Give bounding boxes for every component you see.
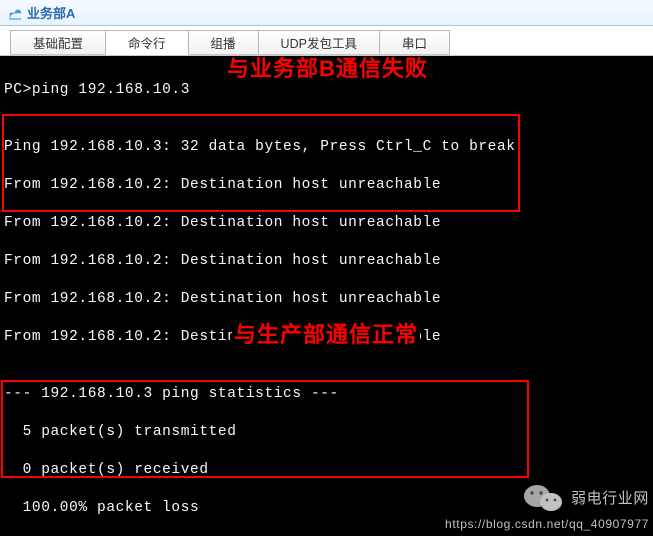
tab-cli[interactable]: 命令行 bbox=[105, 30, 189, 55]
terminal-line: 100.00% packet loss bbox=[4, 499, 649, 518]
tab-serial[interactable]: 串口 bbox=[379, 30, 450, 55]
terminal-line: --- 192.168.10.3 ping statistics --- bbox=[4, 385, 649, 404]
terminal-output[interactable]: PC>ping 192.168.10.3 Ping 192.168.10.3: … bbox=[0, 56, 653, 536]
terminal-line: From 192.168.10.2: Destination host unre… bbox=[4, 214, 649, 233]
terminal-line: 0 packet(s) received bbox=[4, 461, 649, 480]
terminal-line: PC>ping 192.168.10.3 bbox=[4, 81, 649, 100]
annotation-ok: 与生产部通信正常 bbox=[232, 325, 420, 344]
window-title: 业务部A bbox=[27, 3, 75, 22]
highlight-box-fail bbox=[2, 114, 520, 212]
tab-label: 组播 bbox=[211, 33, 236, 52]
watermark-url: https://blog.csdn.net/qq_40907977 bbox=[445, 515, 649, 534]
annotation-fail: 与业务部B通信失败 bbox=[225, 59, 430, 78]
tab-label: 命令行 bbox=[128, 33, 166, 52]
terminal-line: 5 packet(s) transmitted bbox=[4, 423, 649, 442]
tab-label: 串口 bbox=[402, 33, 427, 52]
terminal-line: From 192.168.10.2: Destination host unre… bbox=[4, 290, 649, 309]
tab-udp-tool[interactable]: UDP发包工具 bbox=[258, 30, 380, 55]
title-bar: 业务部A bbox=[0, 0, 653, 26]
tab-label: 基础配置 bbox=[33, 33, 83, 52]
terminal-line: Ping 192.168.10.3: 32 data bytes, Press … bbox=[4, 138, 649, 157]
tab-strip: 基础配置 命令行 组播 UDP发包工具 串口 bbox=[0, 26, 653, 56]
tab-basic-config[interactable]: 基础配置 bbox=[10, 30, 106, 55]
terminal-line: From 192.168.10.2: Destination host unre… bbox=[4, 176, 649, 195]
terminal-line: From 192.168.10.2: Destination host unre… bbox=[4, 252, 649, 271]
tab-label: UDP发包工具 bbox=[281, 33, 357, 52]
tab-multicast[interactable]: 组播 bbox=[188, 30, 259, 55]
app-icon bbox=[6, 5, 22, 21]
